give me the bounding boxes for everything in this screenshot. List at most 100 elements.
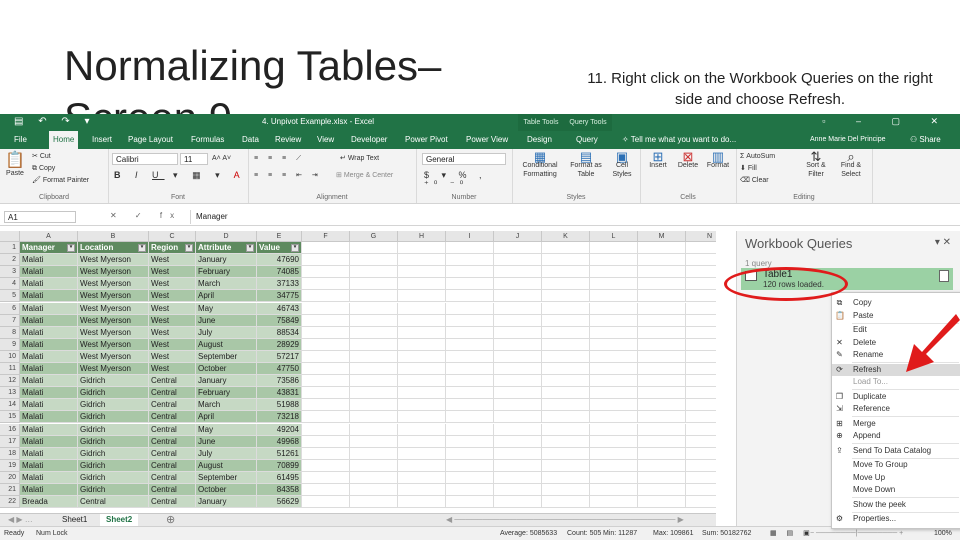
empty-cell[interactable] (638, 290, 686, 303)
empty-cell[interactable] (590, 326, 638, 339)
sheet-nav-arrows[interactable]: ◀ ▶ … (2, 514, 39, 526)
empty-cell[interactable] (590, 254, 638, 267)
empty-cell[interactable] (590, 399, 638, 412)
empty-cell[interactable] (398, 447, 446, 460)
table-cell[interactable]: Malati (20, 423, 78, 436)
empty-cell[interactable] (542, 435, 590, 448)
row-header[interactable]: 11 (0, 363, 20, 376)
table-cell[interactable]: Malati (20, 266, 78, 279)
column-header-j[interactable]: J (494, 231, 542, 242)
empty-cell[interactable] (590, 350, 638, 363)
empty-cell[interactable] (350, 338, 398, 351)
empty-cell[interactable] (302, 290, 350, 303)
table-cell[interactable]: West (149, 350, 196, 363)
table-cell[interactable]: 73218 (257, 411, 302, 424)
query-peek-icon[interactable] (939, 270, 949, 282)
copy-button[interactable]: ⧉ Copy (32, 164, 55, 173)
table-cell[interactable]: 37133 (257, 278, 302, 291)
empty-cell[interactable] (686, 423, 716, 436)
row-header[interactable]: 20 (0, 471, 20, 484)
table-cell[interactable]: West Myerson (78, 314, 149, 327)
empty-cell[interactable] (350, 471, 398, 484)
empty-cell[interactable] (398, 338, 446, 351)
table-cell[interactable]: West (149, 302, 196, 315)
empty-cell[interactable] (590, 387, 638, 400)
table-cell[interactable]: 73586 (257, 375, 302, 388)
empty-cell[interactable] (542, 290, 590, 303)
empty-cell[interactable] (302, 399, 350, 412)
table-cell[interactable]: Breada (20, 496, 78, 509)
empty-cell[interactable] (494, 326, 542, 339)
empty-cell[interactable] (446, 375, 494, 388)
empty-cell[interactable] (686, 411, 716, 424)
empty-cell[interactable] (350, 350, 398, 363)
table-cell[interactable]: Central (149, 496, 196, 509)
table-cell[interactable]: 46743 (257, 302, 302, 315)
empty-cell[interactable] (638, 496, 686, 509)
menu-item-move-down[interactable]: Move Down (832, 484, 960, 496)
window-controls[interactable]: ▫ – ▢ ✕ (822, 116, 952, 127)
filter-dropdown-icon[interactable]: ▾ (67, 244, 75, 252)
row-header[interactable]: 8 (0, 326, 20, 339)
empty-cell[interactable] (446, 435, 494, 448)
table-cell[interactable]: Central (149, 447, 196, 460)
format-as-table-button[interactable]: ▤ Format as Table (566, 150, 606, 179)
empty-cell[interactable] (398, 242, 446, 255)
table-cell[interactable]: 88534 (257, 326, 302, 339)
empty-cell[interactable] (638, 423, 686, 436)
empty-cell[interactable] (302, 447, 350, 460)
worksheet-grid[interactable]: A B C D E F G H I J K L M N 1 ▾ Manager ▾ Location ▾ Region ▾… (0, 231, 716, 513)
empty-cell[interactable] (350, 290, 398, 303)
empty-cell[interactable] (590, 496, 638, 509)
table-cell[interactable]: Gidrich (78, 484, 149, 497)
table-cell[interactable]: August (196, 459, 257, 472)
empty-cell[interactable] (686, 375, 716, 388)
table-cell[interactable]: June (196, 314, 257, 327)
empty-cell[interactable] (542, 242, 590, 255)
empty-cell[interactable] (494, 338, 542, 351)
table-cell[interactable]: May (196, 302, 257, 315)
empty-cell[interactable] (494, 387, 542, 400)
row-header[interactable]: 10 (0, 350, 20, 363)
empty-cell[interactable] (494, 350, 542, 363)
sheet-tab-sheet1[interactable]: Sheet1 (56, 514, 93, 526)
empty-cell[interactable] (446, 314, 494, 327)
empty-cell[interactable] (302, 302, 350, 315)
empty-cell[interactable] (542, 399, 590, 412)
empty-cell[interactable] (350, 399, 398, 412)
row-header[interactable]: 12 (0, 375, 20, 388)
empty-cell[interactable] (398, 278, 446, 291)
table-header-cell[interactable]: ▾ Location (78, 242, 149, 255)
empty-cell[interactable] (542, 423, 590, 436)
empty-cell[interactable] (494, 254, 542, 267)
empty-cell[interactable] (686, 290, 716, 303)
table-cell[interactable]: Malati (20, 326, 78, 339)
empty-cell[interactable] (494, 314, 542, 327)
empty-cell[interactable] (686, 326, 716, 339)
table-cell[interactable]: August (196, 338, 257, 351)
table-cell[interactable]: Malati (20, 459, 78, 472)
align-buttons[interactable]: ≡ ≡ ≡ ⇤ ⇥ (254, 171, 322, 180)
empty-cell[interactable] (638, 338, 686, 351)
table-cell[interactable]: 49968 (257, 435, 302, 448)
font-name-select[interactable]: Calibri (112, 153, 178, 165)
table-cell[interactable]: Malati (20, 290, 78, 303)
table-cell[interactable]: 51261 (257, 447, 302, 460)
empty-cell[interactable] (494, 471, 542, 484)
table-cell[interactable]: January (196, 496, 257, 509)
table-cell[interactable]: 74085 (257, 266, 302, 279)
column-header-n[interactable]: N (686, 231, 716, 242)
filter-dropdown-icon[interactable]: ▾ (138, 244, 146, 252)
table-cell[interactable]: Central (149, 423, 196, 436)
row-header[interactable]: 15 (0, 411, 20, 424)
empty-cell[interactable] (398, 411, 446, 424)
table-cell[interactable]: Central (149, 375, 196, 388)
empty-cell[interactable] (302, 387, 350, 400)
format-painter-button[interactable]: 🖌 Format Painter (32, 176, 89, 185)
menu-item-show-the-peek[interactable]: Show the peek (832, 499, 960, 511)
table-cell[interactable]: Central (149, 484, 196, 497)
empty-cell[interactable] (638, 387, 686, 400)
empty-cell[interactable] (542, 484, 590, 497)
table-cell[interactable]: Malati (20, 411, 78, 424)
table-cell[interactable]: West (149, 326, 196, 339)
